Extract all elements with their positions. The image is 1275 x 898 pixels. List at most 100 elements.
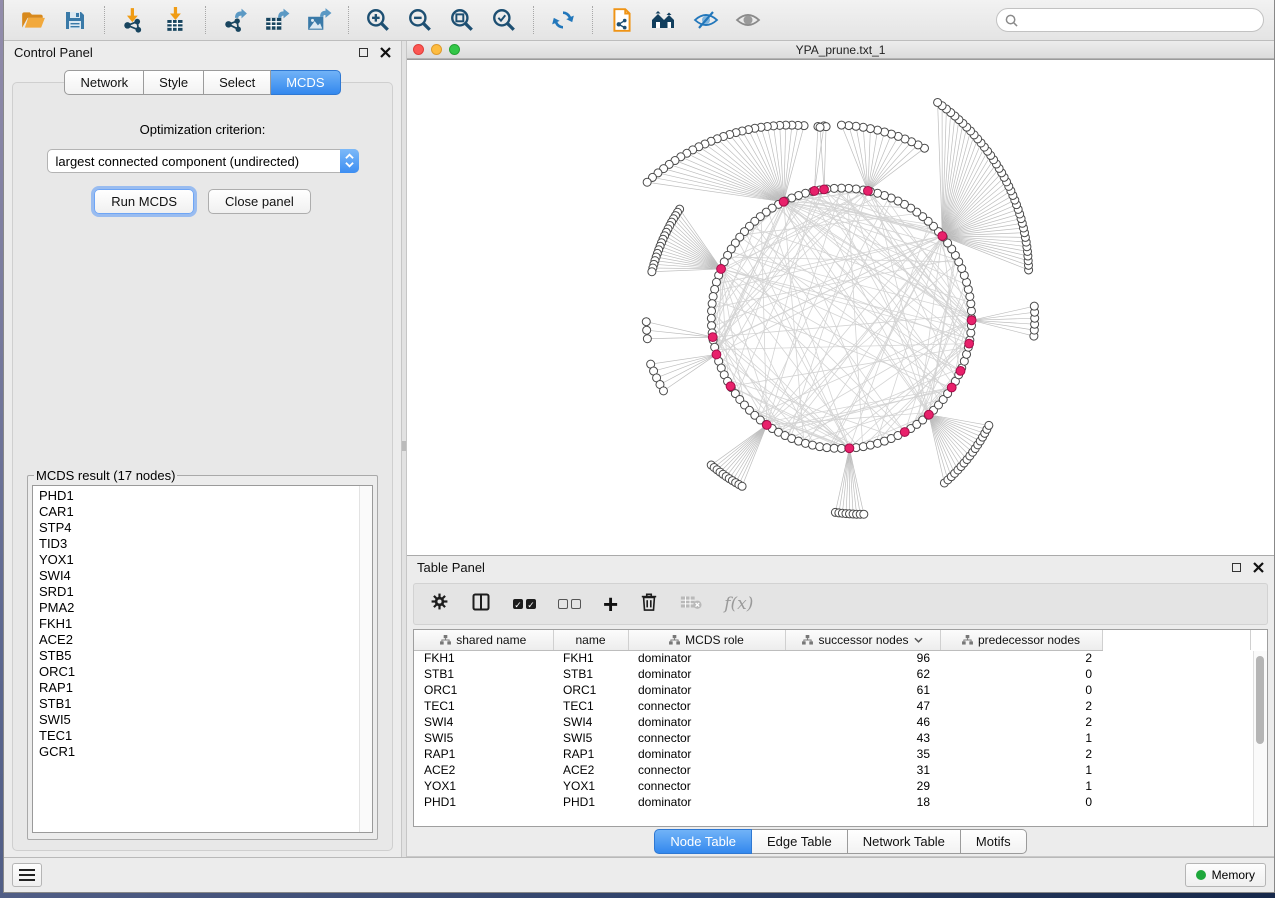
network-document-icon[interactable] (603, 4, 641, 36)
result-node[interactable]: STB5 (39, 648, 372, 664)
result-node[interactable]: STB1 (39, 696, 372, 712)
result-node[interactable]: SWI5 (39, 712, 372, 728)
table-row[interactable]: YOX1YOX1connector291 (414, 778, 1250, 794)
column-header-shared-name[interactable]: shared name (414, 630, 553, 650)
control-panel: Control Panel Network Style Select MCDS … (4, 41, 401, 857)
memory-label: Memory (1212, 868, 1255, 882)
main-toolbar (4, 0, 1274, 41)
open-folder-icon[interactable] (14, 4, 52, 36)
table-row[interactable]: STB1STB1dominator620 (414, 666, 1250, 682)
tab-network-table[interactable]: Network Table (848, 829, 961, 854)
tab-network[interactable]: Network (64, 70, 144, 95)
function-builder-icon[interactable]: f(x) (724, 594, 753, 614)
toolbar-separator (205, 6, 206, 34)
result-node[interactable]: GCR1 (39, 744, 372, 760)
tab-style[interactable]: Style (144, 70, 204, 95)
zoom-in-icon[interactable] (359, 4, 397, 36)
result-node[interactable]: YOX1 (39, 552, 372, 568)
mcds-tab-content: Optimization criterion: largest connecte… (12, 82, 393, 851)
memory-button[interactable]: Memory (1185, 863, 1266, 887)
table-row[interactable]: SWI5SWI5connector431 (414, 730, 1250, 746)
table-header-row: shared name name MCDS role successor nod… (414, 630, 1250, 650)
float-table-panel-icon[interactable] (1232, 563, 1241, 572)
table-toolbar: ✓✓ + f(x) (413, 583, 1268, 625)
list-scrollbar[interactable] (359, 486, 372, 832)
hide-selected-eye-icon[interactable] (687, 4, 725, 36)
import-network-icon[interactable] (115, 4, 153, 36)
refresh-layout-icon[interactable] (544, 4, 582, 36)
zoom-out-icon[interactable] (401, 4, 439, 36)
home-networks-icon[interactable] (645, 4, 683, 36)
close-table-panel-icon[interactable] (1253, 562, 1264, 573)
result-node[interactable]: STP4 (39, 520, 372, 536)
attribute-icon (962, 635, 973, 645)
table-row[interactable]: ORC1ORC1dominator610 (414, 682, 1250, 698)
criterion-value: largest connected component (undirected) (48, 154, 340, 169)
task-history-button[interactable] (12, 863, 42, 887)
mcds-result-list[interactable]: PHD1 CAR1 STP4 TID3 YOX1 SWI4 SRD1 PMA2 … (32, 485, 373, 833)
control-panel-title: Control Panel (14, 45, 93, 60)
table-row[interactable]: ACE2ACE2connector311 (414, 762, 1250, 778)
result-node[interactable]: PMA2 (39, 600, 372, 616)
delete-row-icon[interactable] (640, 592, 658, 617)
search-icon (1005, 14, 1018, 27)
export-table-icon[interactable] (258, 4, 296, 36)
export-network-icon[interactable] (216, 4, 254, 36)
show-column-icon[interactable] (471, 592, 491, 617)
zoom-fit-icon[interactable] (443, 4, 481, 36)
control-panel-tabs: Network Style Select MCDS (4, 70, 401, 95)
result-node[interactable]: SRD1 (39, 584, 372, 600)
float-panel-icon[interactable] (359, 48, 368, 57)
column-header-name[interactable]: name (553, 630, 628, 650)
close-panel-button[interactable]: Close panel (208, 189, 311, 214)
table-tabs: Node Table Edge Table Network Table Moti… (407, 827, 1274, 857)
node-table: shared name name MCDS role successor nod… (413, 629, 1268, 827)
table-panel: Table Panel ✓✓ (407, 556, 1274, 857)
result-node[interactable]: ACE2 (39, 632, 372, 648)
network-view-window: YPA_prune.txt_1 (407, 41, 1274, 556)
result-node[interactable]: RAP1 (39, 680, 372, 696)
mcds-result-group: MCDS result (17 nodes) PHD1 CAR1 STP4 TI… (27, 468, 378, 840)
run-mcds-button[interactable]: Run MCDS (94, 189, 194, 214)
close-panel-icon[interactable] (380, 47, 391, 58)
network-title: YPA_prune.txt_1 (413, 43, 1268, 57)
table-row[interactable]: FKH1FKH1dominator962 (414, 650, 1250, 666)
tab-mcds[interactable]: MCDS (271, 70, 340, 95)
criterion-dropdown[interactable]: largest connected component (undirected) (47, 149, 359, 173)
delete-table-icon[interactable] (680, 594, 702, 615)
network-window-titlebar[interactable]: YPA_prune.txt_1 (407, 41, 1274, 59)
zoom-selected-icon[interactable] (485, 4, 523, 36)
settings-gear-icon[interactable] (430, 592, 449, 616)
table-scrollbar-thumb[interactable] (1256, 656, 1264, 744)
network-canvas[interactable] (407, 59, 1274, 555)
result-node[interactable]: FKH1 (39, 616, 372, 632)
result-node[interactable]: TID3 (39, 536, 372, 552)
deselect-all-checkboxes-icon[interactable] (558, 599, 581, 609)
toolbar-separator (592, 6, 593, 34)
table-row[interactable]: RAP1RAP1dominator352 (414, 746, 1250, 762)
select-all-checkboxes-icon[interactable]: ✓✓ (513, 599, 536, 609)
export-image-icon[interactable] (300, 4, 338, 36)
tab-motifs[interactable]: Motifs (961, 829, 1027, 854)
show-eye-icon[interactable] (729, 4, 767, 36)
result-node[interactable]: ORC1 (39, 664, 372, 680)
result-node[interactable]: CAR1 (39, 504, 372, 520)
table-row[interactable]: TEC1TEC1connector472 (414, 698, 1250, 714)
table-row[interactable]: SWI4SWI4dominator462 (414, 714, 1250, 730)
search-input[interactable] (1023, 13, 1255, 27)
table-row[interactable]: PHD1PHD1dominator180 (414, 794, 1250, 810)
tab-node-table[interactable]: Node Table (654, 829, 752, 854)
column-header-predecessor-nodes[interactable]: predecessor nodes (940, 630, 1102, 650)
result-node[interactable]: TEC1 (39, 728, 372, 744)
tab-edge-table[interactable]: Edge Table (752, 829, 848, 854)
column-header-successor-nodes[interactable]: successor nodes (785, 630, 940, 650)
add-row-icon[interactable]: + (603, 594, 618, 614)
search-field[interactable] (996, 8, 1264, 32)
tab-select[interactable]: Select (204, 70, 271, 95)
table-panel-title: Table Panel (417, 560, 485, 575)
import-table-icon[interactable] (157, 4, 195, 36)
result-node[interactable]: SWI4 (39, 568, 372, 584)
result-node[interactable]: PHD1 (39, 488, 372, 504)
save-session-icon[interactable] (56, 4, 94, 36)
column-header-mcds-role[interactable]: MCDS role (628, 630, 785, 650)
